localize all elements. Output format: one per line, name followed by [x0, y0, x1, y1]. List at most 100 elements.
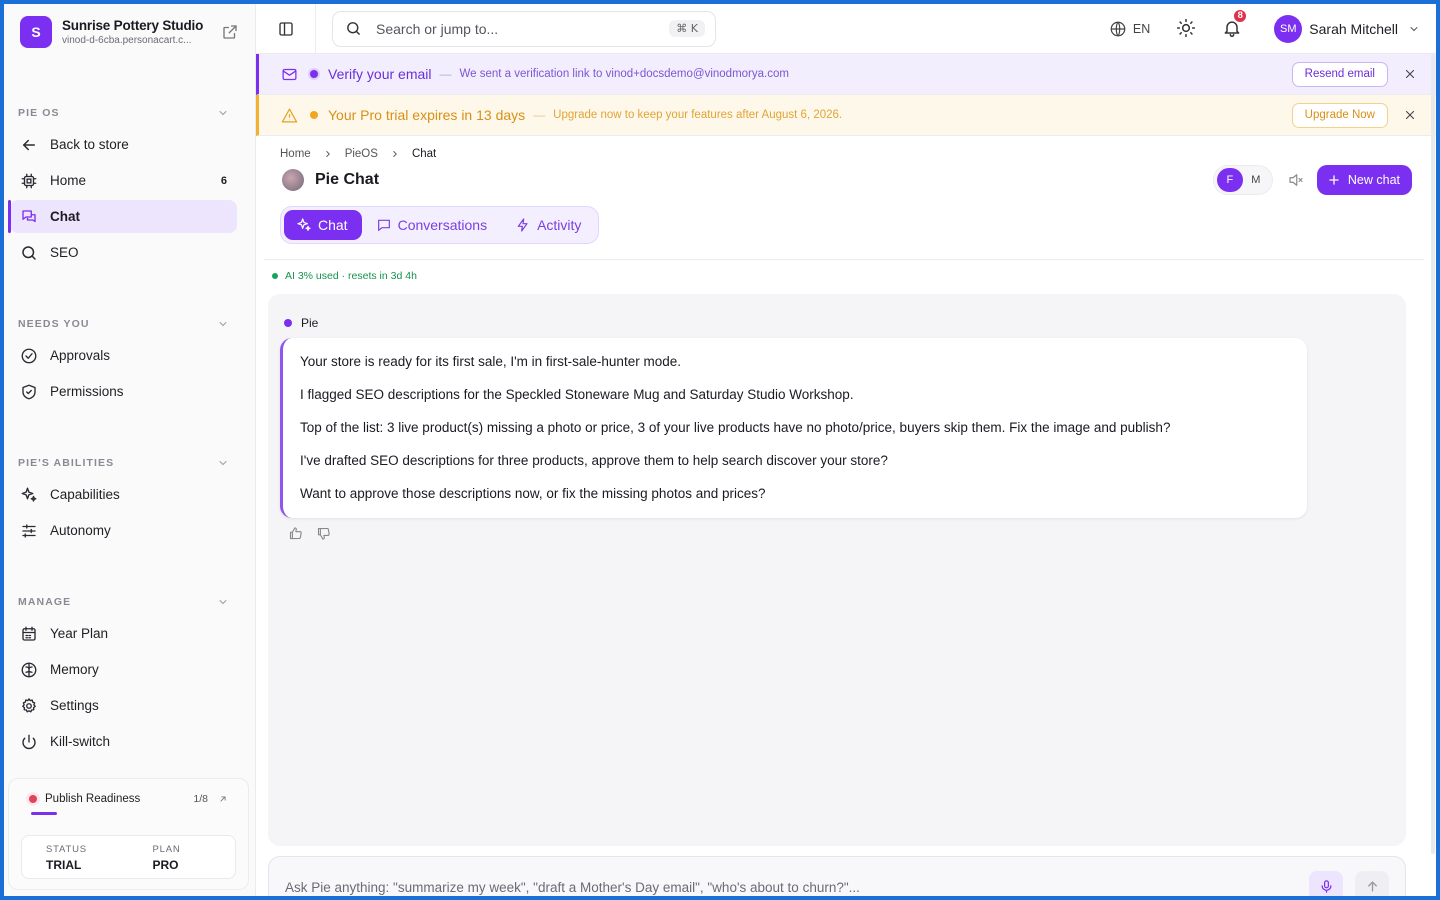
sidebar-item-home[interactable]: Home 6 [10, 164, 237, 197]
group-header[interactable]: PIE'S ABILITIES [4, 452, 255, 474]
scroll-thumb[interactable] [1431, 54, 1435, 854]
sidebar-item-capabilities[interactable]: Capabilities [10, 478, 237, 511]
sliders-icon [22, 523, 36, 538]
brain-icon [21, 662, 37, 677]
message-paragraph: I flagged SEO descriptions for the Speck… [300, 387, 854, 402]
breadcrumb: Home PieOS Chat [256, 136, 1436, 162]
sidebar-toggle-button[interactable] [256, 4, 316, 54]
sidebar-item-label: SEO [50, 245, 79, 260]
group-title: PIE'S ABILITIES [18, 457, 115, 469]
banner-separator: — [439, 67, 452, 81]
gear-icon [22, 697, 36, 713]
banner-separator: — [533, 108, 546, 122]
sidebar-item-label: Kill-switch [50, 734, 111, 749]
language-selector[interactable]: EN [1109, 20, 1150, 38]
nav-group-manage: MANAGE Year Plan Memory Settings Kill-sw… [4, 591, 255, 758]
group-header[interactable]: NEEDS YOU [4, 313, 255, 335]
sidebar-item-back-to-store[interactable]: Back to store [10, 128, 237, 161]
external-link-icon[interactable] [221, 23, 239, 41]
message-feedback [288, 526, 344, 541]
page-header: Pie Chat F M New chat [256, 163, 1436, 197]
breadcrumb-home[interactable]: Home [280, 148, 311, 160]
speaker-mute-icon[interactable] [1287, 171, 1305, 189]
send-button[interactable] [1355, 871, 1389, 896]
sidebar-item-label: Year Plan [50, 626, 109, 641]
status-key: STATUS [46, 844, 87, 855]
thumbs-down-icon[interactable] [316, 526, 331, 541]
trial-banner: Your Pro trial expires in 13 days — Upgr… [256, 95, 1436, 136]
tab-label: Chat [318, 217, 348, 233]
notifications-button[interactable]: 8 [1222, 7, 1249, 40]
toggle-option-f[interactable]: F [1216, 168, 1243, 192]
voice-gender-toggle[interactable]: F M [1212, 165, 1273, 195]
search-icon [347, 22, 360, 35]
arrow-up-right-icon[interactable] [218, 794, 228, 804]
banner-dot [310, 70, 318, 78]
breadcrumb-pieos[interactable]: PieOS [345, 148, 378, 160]
search-input[interactable]: Search or jump to... ⌘ K [332, 10, 716, 47]
store-avatar: S [20, 16, 52, 48]
readiness-status-dot [29, 795, 37, 803]
message-author: Pie [284, 316, 318, 330]
calendar-icon [22, 626, 36, 641]
plus-icon [1329, 175, 1339, 185]
readiness-count: 1/8 [193, 793, 208, 805]
message-paragraph: Want to approve those descriptions now, … [300, 486, 766, 501]
new-chat-label: New chat [1347, 173, 1400, 187]
group-header[interactable]: MANAGE [4, 591, 255, 613]
sidebar-item-autonomy[interactable]: Autonomy [10, 514, 237, 547]
scrollbar[interactable] [1430, 54, 1436, 854]
message-paragraph: I've drafted SEO descriptions for three … [300, 453, 888, 468]
chevron-down-icon [219, 111, 227, 116]
check-circle-icon [21, 348, 37, 363]
chevron-right-icon [325, 151, 330, 157]
sparkles-icon [21, 487, 37, 502]
sidebar-item-settings[interactable]: Settings [10, 689, 237, 722]
status-value: TRIAL [46, 858, 82, 872]
toggle-option-m[interactable]: M [1243, 168, 1269, 192]
new-chat-button[interactable]: New chat [1316, 165, 1412, 195]
microphone-icon [1321, 879, 1331, 893]
upgrade-now-button[interactable]: Upgrade Now [1291, 102, 1388, 128]
theme-toggle-button[interactable] [1176, 18, 1198, 40]
user-menu[interactable]: SM Sarah Mitchell [1274, 14, 1420, 43]
store-name: Sunrise Pottery Studio [62, 18, 204, 33]
thumbs-up-icon[interactable] [288, 526, 303, 541]
tab-conversations[interactable]: Conversations [364, 210, 502, 240]
sidebar-item-kill-switch[interactable]: Kill-switch [10, 725, 237, 758]
sidebar-item-permissions[interactable]: Permissions [10, 375, 237, 408]
sidebar-item-approvals[interactable]: Approvals [10, 339, 237, 372]
group-title: MANAGE [18, 596, 72, 608]
shield-check-icon [22, 384, 36, 399]
chat-thread: Pie Your store is ready for its first sa… [268, 294, 1406, 846]
sidebar-item-label: Approvals [50, 348, 111, 363]
app-window: S Sunrise Pottery Studio vinod-d-6cba.pe… [0, 0, 1440, 900]
sidebar-item-year-plan[interactable]: Year Plan [10, 617, 237, 650]
close-icon[interactable] [1404, 68, 1416, 80]
assistant-message: Your store is ready for its first sale, … [280, 338, 1307, 518]
sidebar-panel-icon [278, 21, 293, 36]
chat-composer[interactable]: Ask Pie anything: "summarize my week", "… [268, 856, 1406, 896]
sidebar-item-chat[interactable]: Chat [8, 200, 237, 233]
sidebar-item-seo[interactable]: SEO [10, 236, 237, 269]
tab-activity[interactable]: Activity [503, 210, 595, 240]
chat-tabs: Chat Conversations Activity [280, 206, 600, 244]
divider [264, 259, 1424, 260]
plan-key: PLAN [152, 844, 181, 855]
search-icon [22, 245, 36, 260]
sidebar-item-memory[interactable]: Memory [10, 653, 237, 686]
group-header[interactable]: PIE OS [4, 102, 255, 124]
store-url: vinod-d-6cba.personacart.c... [62, 35, 192, 46]
message-paragraph: Your store is ready for its first sale, … [300, 354, 681, 369]
voice-input-button[interactable] [1309, 871, 1343, 896]
resend-email-button[interactable]: Resend email [1291, 61, 1388, 87]
store-header[interactable]: S Sunrise Pottery Studio vinod-d-6cba.pe… [4, 6, 255, 58]
tab-chat[interactable]: Chat [284, 210, 362, 240]
close-icon[interactable] [1404, 109, 1416, 121]
verify-email-banner: Verify your email — We sent a verificati… [256, 54, 1436, 95]
main-content: Search or jump to... ⌘ K EN 8 SM Sarah M… [256, 4, 1436, 896]
search-shortcut: ⌘ K [669, 20, 705, 37]
banner-description: Upgrade now to keep your features after … [553, 109, 843, 121]
sidebar-item-label: Autonomy [50, 523, 111, 538]
publish-readiness-card[interactable]: Publish Readiness 1/8 STATUS TRIAL PLAN … [8, 778, 249, 890]
